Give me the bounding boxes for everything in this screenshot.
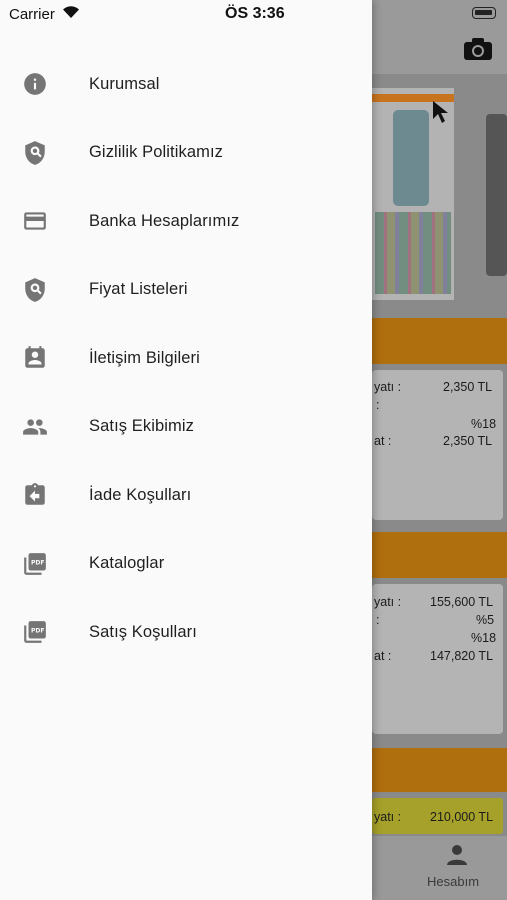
people-icon [22, 414, 48, 440]
menu-item-fiyat[interactable]: Fiyat Listeleri [0, 256, 372, 325]
menu-label: Banka Hesaplarımız [89, 211, 240, 230]
person-icon[interactable] [445, 843, 469, 867]
product-image-2[interactable] [486, 114, 507, 276]
tab-bar [372, 836, 507, 900]
tab-hesabim[interactable]: Hesabım [427, 874, 479, 889]
menu-label: Satış Koşulları [89, 622, 197, 641]
menu-label: Fiyat Listeleri [89, 280, 188, 299]
info-icon [22, 71, 48, 97]
product-swatches [375, 212, 451, 294]
carrier-label: Carrier [9, 6, 55, 23]
menu-label: Kurumsal [89, 74, 160, 93]
cursor-icon [433, 101, 448, 123]
drawer-menu: Kurumsal Gizlilik Politikamız Banka Hesa… [0, 50, 372, 667]
price-card-2: yatı : 155,600 TL : %5 %18 at : 147,820 … [372, 584, 503, 734]
status-bar: Carrier ÖS 3:36 [0, 0, 507, 28]
menu-item-iletisim[interactable]: İletişim Bilgileri [0, 324, 372, 393]
menu-item-satis-kosullari[interactable]: PDF Satış Koşulları [0, 598, 372, 667]
menu-item-gizlilik[interactable]: Gizlilik Politikamız [0, 119, 372, 188]
price-card-1: yatı : 2,350 TL : %18 at : 2,350 TL [372, 370, 503, 520]
product-header-2 [372, 532, 507, 578]
pdf-icon: PDF [22, 551, 48, 577]
shield-search-icon [22, 277, 48, 303]
menu-item-satis-ekibimiz[interactable]: Satış Ekibimiz [0, 393, 372, 462]
product-bottle [393, 110, 429, 206]
menu-label: Gizlilik Politikamız [89, 143, 224, 162]
menu-item-banka[interactable]: Banka Hesaplarımız [0, 187, 372, 256]
navigation-drawer: Kurumsal Gizlilik Politikamız Banka Hesa… [0, 0, 372, 900]
contact-card-icon [22, 345, 48, 371]
wifi-icon [63, 6, 79, 18]
menu-label: Satış Ekibimiz [89, 417, 195, 436]
menu-item-kataloglar[interactable]: PDF Kataloglar [0, 530, 372, 599]
product-header-3 [372, 748, 507, 792]
credit-card-icon [22, 208, 48, 234]
status-time: ÖS 3:36 [225, 5, 285, 22]
product-header-1 [372, 318, 507, 364]
menu-label: İade Koşulları [89, 485, 192, 504]
price-card-3: yatı : 210,000 TL [372, 798, 503, 834]
svg-text:PDF: PDF [31, 559, 45, 566]
menu-item-iade[interactable]: İade Koşulları [0, 461, 372, 530]
clipboard-return-icon [22, 482, 48, 508]
battery-icon [472, 7, 496, 19]
camera-icon[interactable] [464, 38, 492, 60]
pdf-icon: PDF [22, 619, 48, 645]
svg-text:PDF: PDF [31, 628, 45, 635]
menu-item-kurumsal[interactable]: Kurumsal [0, 50, 372, 119]
menu-label: Kataloglar [89, 554, 165, 573]
shield-search-icon [22, 140, 48, 166]
menu-label: İletişim Bilgileri [89, 348, 200, 367]
